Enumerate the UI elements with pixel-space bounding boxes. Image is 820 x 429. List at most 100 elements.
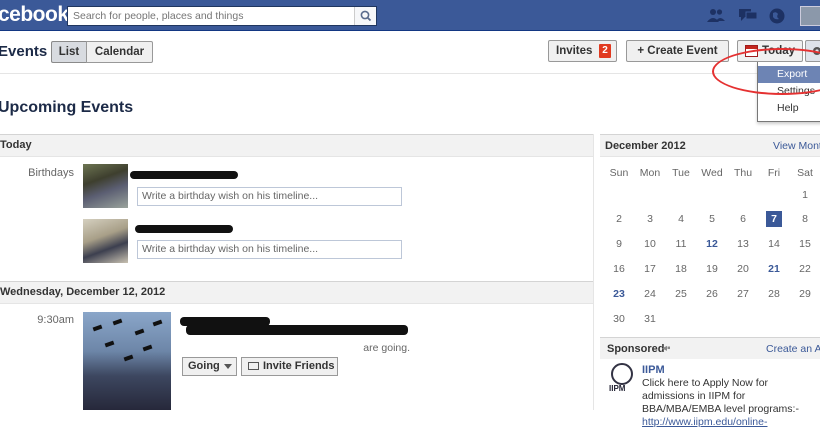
calendar-day[interactable]: 13 [735,236,751,252]
weekday-header: Thu [733,167,753,179]
settings-menu-button[interactable] [805,40,820,62]
sponsored-title: Sponsored [607,343,665,355]
view-month-link[interactable]: View Month [773,140,820,152]
calendar-day[interactable]: 31 [642,311,658,327]
gear-icon [813,47,820,55]
weekday-header: Wed [701,167,723,179]
calendar-day[interactable]: 4 [673,211,689,227]
calendar-day[interactable]: 1 [797,187,813,203]
calendar-day[interactable]: 14 [766,236,782,252]
calendar-day[interactable]: 25 [673,286,689,302]
event-time: 9:30am [37,314,74,326]
birthdays-label: Birthdays [28,167,74,179]
calendar-day[interactable]: 22 [797,261,813,277]
iipm-logo-icon[interactable] [611,363,633,385]
sponsored-header: Sponsored ◂▪ Create an Ad [600,337,820,359]
weekday-header: Fri [767,167,781,179]
birthday-wish-input[interactable]: Write a birthday wish on his timeline... [137,240,402,259]
search-icon [360,10,372,22]
invite-friends-button[interactable]: Invite Friends [241,357,338,376]
rsvp-going-dropdown[interactable]: Going [182,357,237,376]
event-guests-text: are going. [180,342,410,354]
friend-photo[interactable] [83,164,128,208]
calendar-day[interactable]: 7 [766,211,782,227]
header-divider [0,73,820,74]
friend-requests-icon[interactable] [706,7,725,23]
messages-icon[interactable] [738,7,758,23]
chevron-down-icon [224,364,232,369]
today-label: Today [762,45,796,57]
ad-logo-text: IIPM [609,384,626,393]
tab-calendar[interactable]: Calendar [86,41,153,63]
calendar-day[interactable]: 17 [642,261,658,277]
section-header-wednesday: Wednesday, December 12, 2012 [0,281,593,304]
profile-avatar[interactable] [800,6,820,26]
calendar-day[interactable]: 21 [766,261,782,277]
invite-friends-label: Invite Friends [263,360,335,372]
mini-calendar-header: December 2012 View Month [600,134,820,157]
section-header-today: Today [0,134,593,157]
going-label: Going [188,360,220,372]
redacted-name [130,171,238,179]
calendar-day[interactable]: 24 [642,286,658,302]
top-nav-bar: cebook [0,0,820,31]
calendar-day[interactable]: 18 [673,261,689,277]
calendar-day[interactable]: 3 [642,211,658,227]
weekday-header: Sun [609,167,629,179]
invites-label: Invites [556,45,593,57]
tab-list[interactable]: List [51,41,86,63]
calendar-day[interactable]: 28 [766,286,782,302]
invites-count-badge: 2 [599,44,611,58]
calendar-day[interactable]: 19 [704,261,720,277]
calendar-day[interactable]: 20 [735,261,751,277]
envelope-icon [248,362,259,370]
search-button[interactable] [354,7,376,25]
calendar-day[interactable]: 10 [642,236,658,252]
search-input[interactable] [68,7,353,25]
menu-item-help[interactable]: Help [758,100,820,117]
calendar-day[interactable]: 16 [611,261,627,277]
create-ad-link[interactable]: Create an Ad [766,343,820,355]
ad-title[interactable]: IIPM [642,364,665,376]
invites-button[interactable]: Invites 2 [548,40,617,62]
calendar-icon [745,45,758,57]
calendar-day[interactable]: 12 [704,236,720,252]
menu-item-settings[interactable]: Settings [758,83,820,100]
calendar-day[interactable]: 2 [611,211,627,227]
redacted-name [135,225,233,233]
ad-body-text: Click here to Apply Now for admissions i… [642,377,799,415]
calendar-day[interactable]: 30 [611,311,627,327]
calendar-day[interactable]: 27 [735,286,751,302]
megaphone-icon: ◂▪ [662,343,671,354]
column-divider [593,134,594,410]
calendar-day[interactable]: 26 [704,286,720,302]
calendar-day[interactable]: 5 [704,211,720,227]
page-title: Events [0,43,48,60]
create-event-button[interactable]: + Create Event [626,40,729,62]
ad-link[interactable]: http://www.iipm.edu/online- [642,416,767,428]
calendar-day[interactable]: 9 [611,236,627,252]
facebook-logo[interactable]: cebook [0,3,69,27]
weekday-header: Mon [639,167,661,179]
weekday-header: Tue [672,167,690,179]
upcoming-events-heading: Upcoming Events [0,99,134,116]
today-button[interactable]: Today [737,40,803,62]
ad-body: Click here to Apply Now for admissions i… [642,377,820,429]
calendar-day[interactable]: 29 [797,286,813,302]
calendar-day[interactable]: 23 [611,286,627,302]
event-photo[interactable] [83,312,171,410]
settings-dropdown-menu: Export Settings Help [757,62,820,122]
menu-item-export[interactable]: Export [758,66,820,83]
calendar-month-title: December 2012 [605,140,686,152]
calendar-day[interactable]: 8 [797,211,813,227]
weekday-header: Sat [797,167,813,179]
notifications-globe-icon[interactable] [768,7,786,24]
search-box [67,6,377,26]
calendar-day[interactable]: 15 [797,236,813,252]
calendar-day[interactable]: 11 [673,236,689,252]
redacted-event-details [186,325,408,335]
calendar-day[interactable]: 6 [735,211,751,227]
friend-photo[interactable] [83,219,128,263]
guests-partial-text: are going. [361,342,410,354]
birthday-wish-input[interactable]: Write a birthday wish on his timeline... [137,187,402,206]
